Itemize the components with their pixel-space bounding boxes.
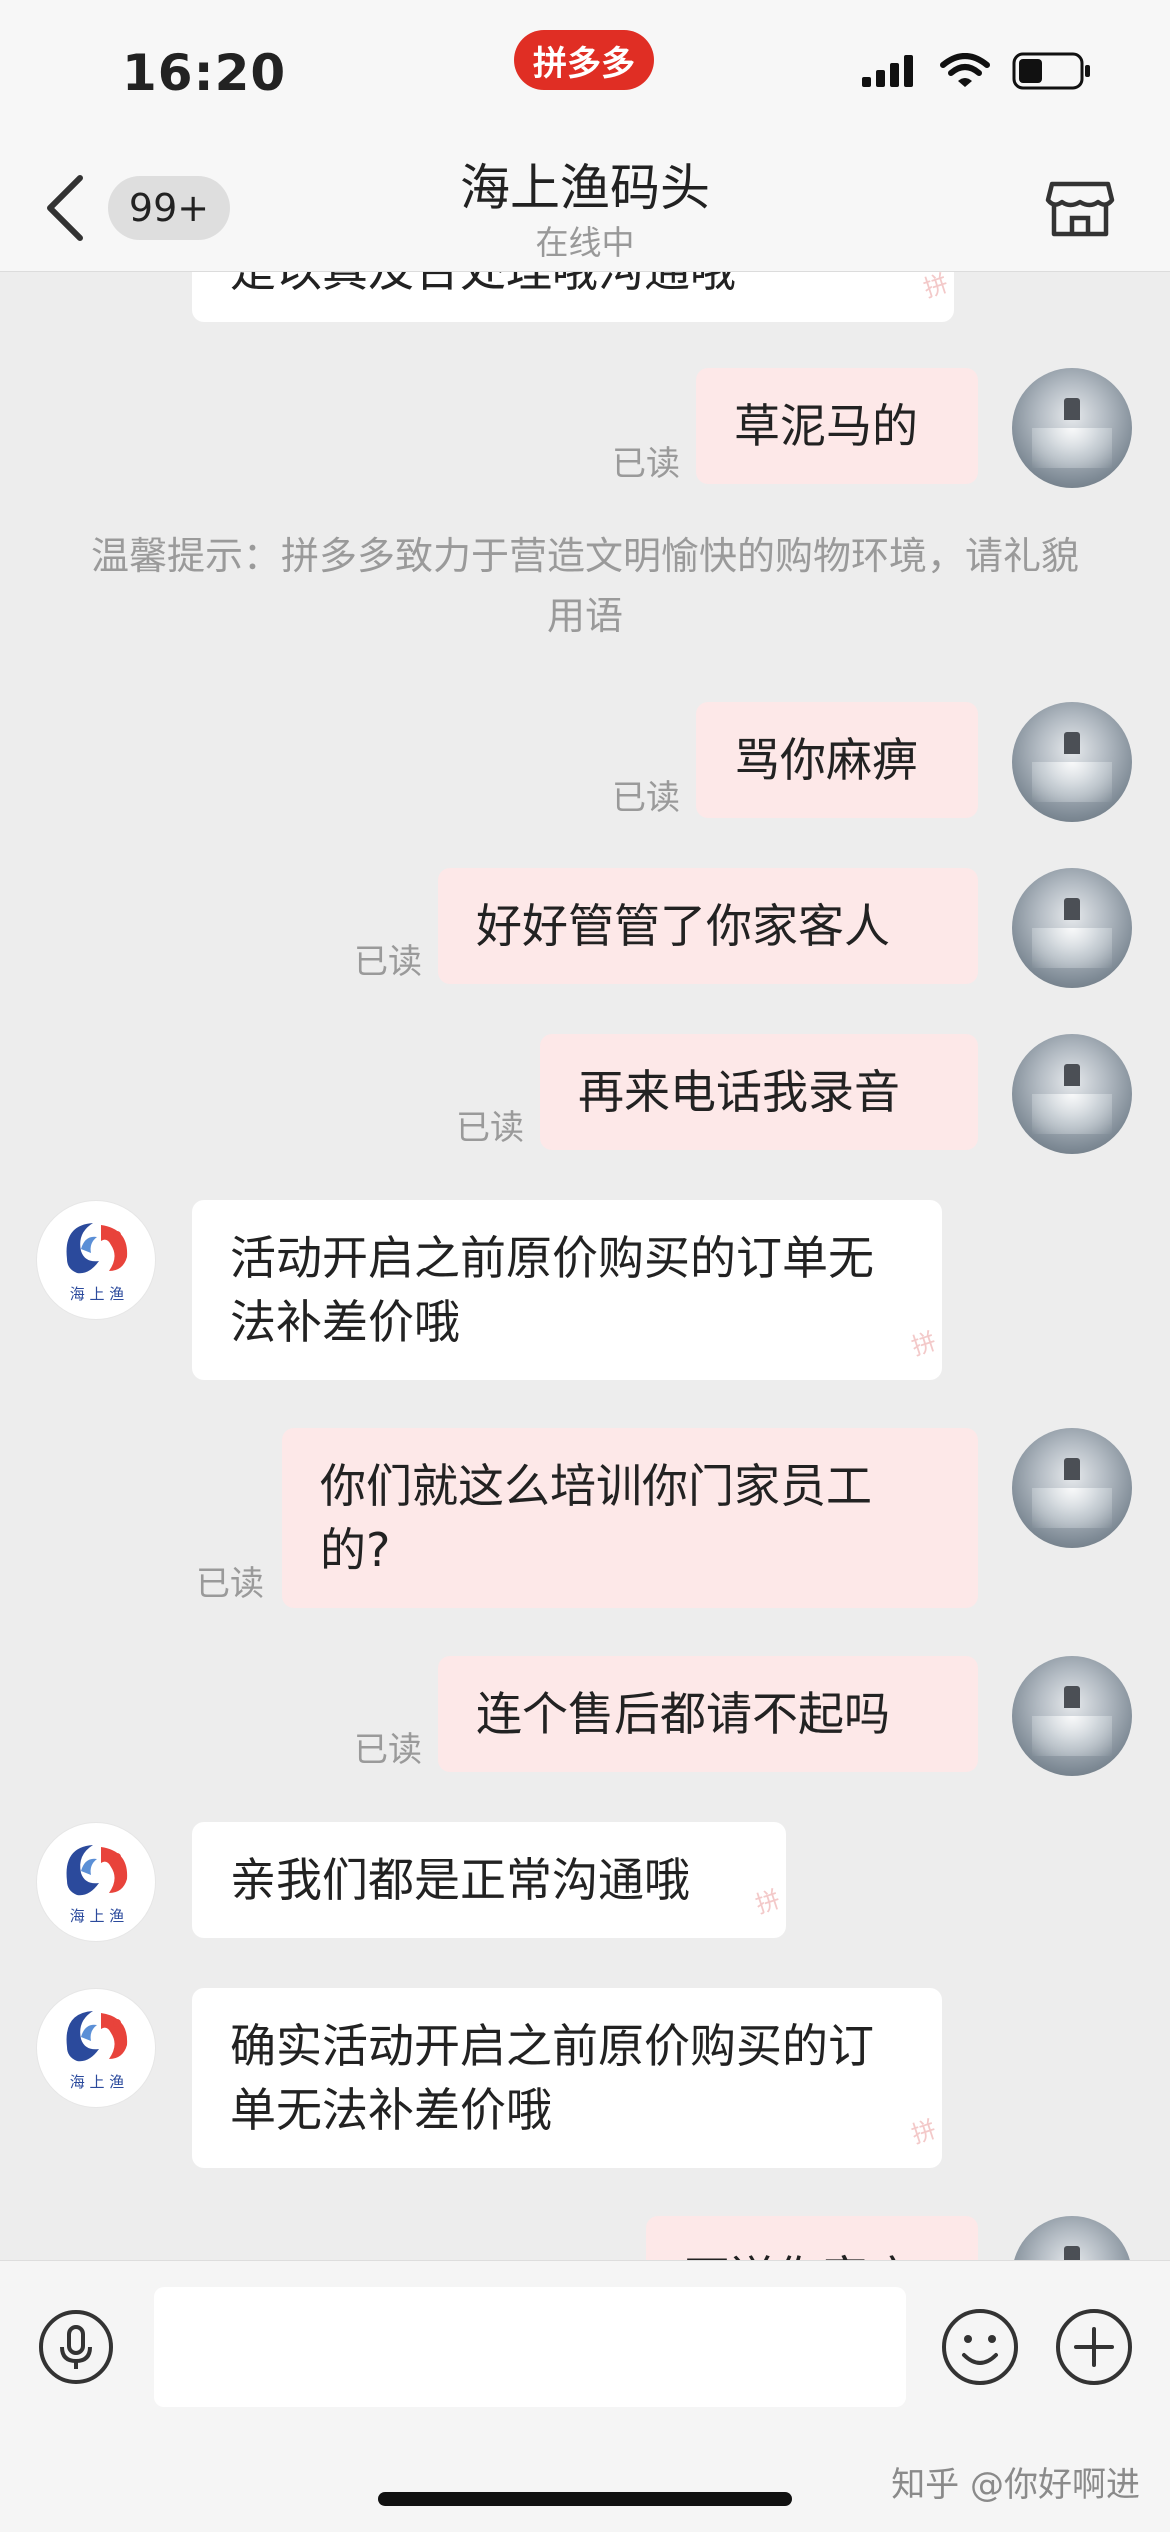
message-text: 连个售后都请不起吗	[476, 1687, 890, 1741]
message-text: 骂你麻痹	[734, 733, 918, 787]
message-text: 亲我们都是正常沟通哦	[230, 1853, 690, 1907]
shop-status: 在线中	[535, 223, 635, 262]
read-receipt: 已读	[354, 1730, 422, 1770]
shop-name: 海上渔码头	[460, 159, 710, 217]
status-bar: 16:20 拼多多	[0, 0, 1170, 140]
shop-avatar[interactable]: 海 上 渔	[36, 1822, 156, 1942]
store-button[interactable]	[1044, 170, 1116, 242]
store-icon	[1045, 181, 1115, 237]
svg-text:海 上 渔: 海 上 渔	[70, 1907, 125, 1925]
svg-text:海 上 渔: 海 上 渔	[70, 2073, 125, 2091]
message-text: 确实活动开启之前原价购买的订单无法补差价哦	[230, 2019, 874, 2137]
read-receipt: 已读	[456, 1108, 524, 1148]
user-avatar[interactable]	[1012, 702, 1132, 822]
message-text: 活动开启之前原价购买的订单无法补差价哦	[230, 1231, 874, 1349]
message-text: 你们就这么培训你门家员工的?	[320, 1459, 872, 1577]
message-bubble-outgoing[interactable]: 再来电话我录音	[540, 1034, 978, 1150]
message-bubble-incoming[interactable]: 确实活动开启之前原价购买的订单无法补差价哦	[192, 1988, 942, 2168]
read-receipt: 已读	[612, 778, 680, 818]
chat-header: 99+ 海上渔码头 在线中	[0, 140, 1170, 272]
message-text: 不送你家店	[684, 2246, 914, 2260]
message-text: 草泥马的	[734, 399, 918, 453]
message-bubble-incoming[interactable]: 亲我们都是正常沟通哦	[192, 1822, 786, 1938]
read-receipt: 已读	[612, 444, 680, 484]
message-bubble-outgoing[interactable]: 不送你家店	[646, 2216, 978, 2260]
message-bubble-outgoing[interactable]: 草泥马的	[696, 368, 978, 484]
user-avatar[interactable]	[1012, 1428, 1132, 1548]
message-text: 再来电话我录音	[578, 1065, 900, 1119]
message-text: 好好管管了你家客人	[476, 899, 890, 953]
chat-area[interactable]: 是以真及合处理哦沟通哦 已读 草泥马的 温馨提示：拼多多致力于营造文明愉快的购物…	[0, 272, 1170, 2260]
read-receipt: 已读	[354, 942, 422, 982]
app-badge: 拼多多	[514, 30, 654, 90]
wifi-icon	[940, 53, 990, 87]
message-bubble-outgoing[interactable]: 骂你麻痹	[696, 702, 978, 818]
watermark: 知乎 @你好啊进	[891, 2465, 1140, 2505]
user-avatar[interactable]	[1012, 1656, 1132, 1776]
message-bubble-incoming[interactable]: 是以真及合处理哦沟通哦	[192, 272, 954, 322]
shop-avatar[interactable]: 海 上 渔	[36, 1200, 156, 1320]
smile-icon	[942, 2309, 1018, 2385]
status-time: 16:20	[122, 44, 287, 102]
message-bubble-outgoing[interactable]: 你们就这么培训你门家员工的?	[282, 1428, 978, 1608]
message-input[interactable]	[154, 2287, 906, 2407]
shop-logo-icon: 海 上 渔	[66, 1223, 128, 1303]
cellular-signal-icon	[862, 55, 913, 87]
svg-text:海 上 渔: 海 上 渔	[70, 1285, 125, 1303]
message-bubble-incoming[interactable]: 活动开启之前原价购买的订单无法补差价哦	[192, 1200, 942, 1380]
shop-logo-icon: 海 上 渔	[66, 2011, 128, 2091]
user-avatar[interactable]	[1012, 868, 1132, 988]
system-tip: 温馨提示：拼多多致力于营造文明愉快的购物环境，请礼貌用语	[90, 534, 1079, 638]
message-text: 是以真及合处理哦沟通哦	[230, 272, 736, 302]
shop-avatar[interactable]: 海 上 渔	[36, 1988, 156, 2108]
user-avatar[interactable]	[1012, 1034, 1132, 1154]
battery-icon	[1012, 52, 1090, 90]
home-indicator[interactable]	[378, 2492, 792, 2506]
message-bubble-outgoing[interactable]: 好好管管了你家客人	[438, 868, 978, 984]
voice-button[interactable]	[38, 2309, 114, 2385]
emoji-button[interactable]	[940, 2307, 1020, 2387]
read-receipt: 已读	[196, 1564, 264, 1604]
microphone-icon	[39, 2310, 113, 2384]
message-bubble-outgoing[interactable]: 连个售后都请不起吗	[438, 1656, 978, 1772]
user-avatar[interactable]	[1012, 2216, 1132, 2260]
plus-icon	[1056, 2309, 1132, 2385]
shop-logo-icon: 海 上 渔	[66, 1845, 128, 1925]
user-avatar[interactable]	[1012, 368, 1132, 488]
more-button[interactable]	[1054, 2307, 1134, 2387]
status-icons	[862, 52, 1092, 90]
